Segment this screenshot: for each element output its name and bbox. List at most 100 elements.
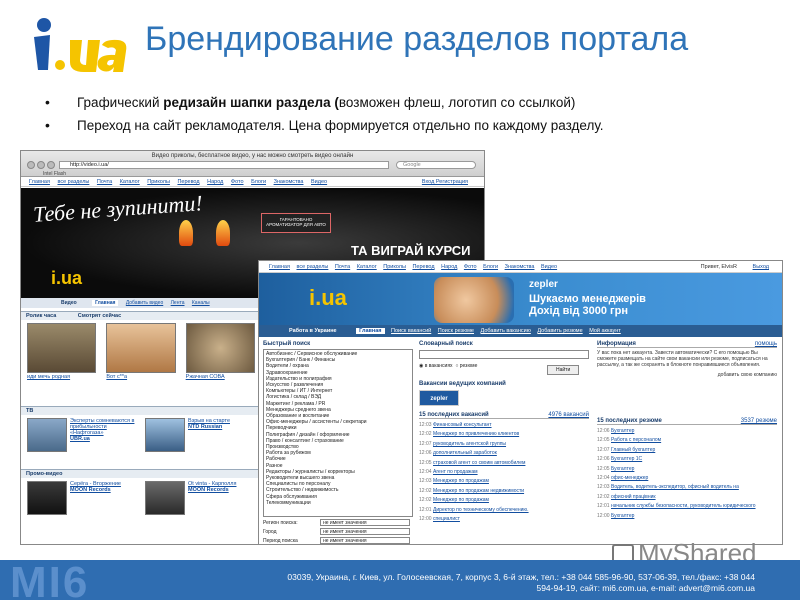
tab-resumes[interactable]: Поиск резюме	[438, 328, 474, 334]
address-bar[interactable]: http://video.i.ua/	[59, 161, 389, 169]
resume-row: 12:05 Работа с персоналом	[597, 436, 777, 445]
nav-link[interactable]: все разделы	[57, 179, 89, 185]
nav-link[interactable]: Перевод	[177, 179, 199, 185]
resumes-header: 15 последних резюме 3537 резюме	[597, 418, 777, 425]
nav-link[interactable]: Фото	[464, 264, 477, 270]
nav-link[interactable]: Народ	[441, 264, 457, 270]
tab-vacancies[interactable]: Поиск вакансий	[391, 328, 431, 334]
roll-header: Ролик часа Смотрят сейчас	[21, 311, 261, 320]
candle-icon	[179, 220, 193, 246]
vacancy-link[interactable]: специалист	[433, 515, 460, 524]
resume-row: 12:02 офисний працівник	[597, 493, 777, 502]
resume-link[interactable]: офисний працівник	[611, 493, 656, 502]
nav-link[interactable]: Знакомства	[274, 179, 304, 185]
nav-link[interactable]: Главная	[29, 179, 50, 185]
nav-link[interactable]: Приколы	[147, 179, 170, 185]
nav-link[interactable]: Блоги	[483, 264, 498, 270]
leading-header: Вакансии ведущих компаний	[419, 381, 506, 387]
tv-item[interactable]: Эксперты сомневаются в прибыльности «Наф…	[27, 418, 137, 452]
back-icon[interactable]	[27, 161, 35, 169]
search-box[interactable]: Google	[396, 161, 476, 169]
nav-link[interactable]: Каталог	[357, 264, 377, 270]
resume-link[interactable]: Бухгалтер	[611, 465, 634, 474]
tab-add-vacancy[interactable]: Добавить вакансию	[481, 328, 531, 334]
video-thumb[interactable]: Вот с**а	[106, 323, 176, 380]
logout-link[interactable]: Выход	[753, 261, 769, 273]
resume-row: 12:04 офис-менеджер	[597, 474, 777, 483]
vacancy-link[interactable]: Финансовый консультант	[433, 421, 492, 430]
nav-link[interactable]: Видео	[311, 179, 327, 185]
find-button[interactable]: Найти	[547, 365, 580, 375]
resume-row: 12:06 Бухгалтер 1С	[597, 455, 777, 464]
vacancy-link[interactable]: Менеджер по продажам недвижимости	[433, 487, 524, 496]
category-option[interactable]: Телекоммуникации	[266, 500, 410, 506]
resume-link[interactable]: Бухгалтер	[611, 427, 634, 436]
time-label: 12:03	[597, 484, 610, 491]
vacancy-link[interactable]: руководитель агентской группы	[433, 440, 506, 449]
site-nav: Главная все разделы Почта Каталог Прикол…	[21, 177, 484, 187]
time-label: 12:05	[419, 459, 432, 466]
login-links[interactable]: Вход Регистрация	[422, 177, 468, 187]
tv-item[interactable]: Взрыв на старте NTD Russian	[145, 418, 255, 452]
bullet-list: Графический редизайн шапки раздела (возм…	[45, 94, 604, 141]
forward-icon[interactable]	[37, 161, 45, 169]
nav-link[interactable]: Почта	[335, 264, 350, 270]
vacancy-link[interactable]: Агент по продажам	[433, 468, 478, 477]
vacancy-link[interactable]: Менеджер по продажам	[433, 477, 489, 486]
promo-item[interactable]: Ot vinta - Карполля MOON Records	[145, 481, 255, 515]
tab-main[interactable]: Главная	[356, 328, 385, 334]
dictionary-search-panel: Словарный поиск ◉ в вакансиях ○ резюме Н…	[419, 341, 589, 524]
region-select[interactable]: не имеет значения	[320, 519, 410, 526]
slide: Брендирование разделов портала Графическ…	[0, 0, 800, 600]
time-label: 12:03	[419, 478, 432, 485]
company-logo[interactable]: zepler	[419, 390, 459, 406]
resume-row: 12:00 Бухгалтер	[597, 512, 777, 521]
vacancy-row: 12:03 Финансовый консультант	[419, 421, 589, 430]
category-listbox[interactable]: Автобизнес / Сервисное обслуживание Бухга…	[263, 349, 413, 517]
nav-link[interactable]: Главная	[269, 264, 290, 270]
nav-link[interactable]: Видео	[541, 264, 557, 270]
resume-link[interactable]: офис-менеджер	[611, 474, 648, 483]
nav-link[interactable]: Почта	[97, 179, 112, 185]
time-label: 12:06	[419, 450, 432, 457]
period-select[interactable]: не имеет значения	[320, 537, 410, 544]
nav-link[interactable]: Знакомства	[505, 264, 535, 270]
vacancy-link[interactable]: Менеджер по привлечению клиентов	[433, 430, 519, 439]
resume-link[interactable]: Бухгалтер	[611, 512, 634, 521]
nav-link[interactable]: Блоги	[251, 179, 266, 185]
time-label: 12:01	[597, 503, 610, 510]
candle-icon	[216, 220, 230, 246]
nav-link[interactable]: Фото	[231, 179, 244, 185]
tab-channels[interactable]: Каналы	[192, 300, 210, 306]
tab-account[interactable]: Мой аккаунт	[589, 328, 621, 334]
vacancy-link[interactable]: дополнительный заработок	[433, 449, 497, 458]
reload-icon[interactable]	[47, 161, 55, 169]
vacancy-link[interactable]: Директор по техническому обеспечению.	[433, 506, 529, 515]
resume-link[interactable]: Водитель, водитель-экспедитор, офисный в…	[611, 483, 739, 492]
tab-add-resume[interactable]: Добавить резюме	[537, 328, 582, 334]
tab-main[interactable]: Главная	[92, 300, 119, 306]
tab-add[interactable]: Добавить видео	[126, 300, 163, 306]
resume-link[interactable]: Работа с персоналом	[611, 436, 661, 445]
resume-link[interactable]: Бухгалтер 1С	[611, 455, 642, 464]
nav-link[interactable]: Приколы	[383, 264, 406, 270]
tab-feed[interactable]: Лента	[171, 300, 185, 306]
footer: MI6 03039, Украина, г. Киев, ул. Голосее…	[0, 560, 800, 600]
resume-link[interactable]: начальник службы безопасности, руководит…	[611, 502, 756, 511]
promo-item[interactable]: Серёга - Вторжение MOON Records	[27, 481, 137, 515]
add-company-link[interactable]: добавить свою компанию	[597, 372, 777, 378]
vacancy-row: 12:02 Менеджер по продажам недвижимости	[419, 487, 589, 496]
nav-link[interactable]: все разделы	[296, 264, 328, 270]
vacancy-link[interactable]: Менеджер по продажам	[433, 496, 489, 505]
vacancy-link[interactable]: страховой агент со своим автомобилем	[433, 459, 525, 468]
time-label: 12:05	[597, 437, 610, 444]
video-thumb[interactable]: Ржачная СОВА	[185, 323, 255, 380]
section-banner[interactable]: i.ua zepler Шукаємо менеджерів Дохід від …	[259, 273, 782, 325]
nav-link[interactable]: Каталог	[120, 179, 140, 185]
resume-link[interactable]: Главный бухгалтер	[611, 446, 655, 455]
dict-search-input[interactable]	[419, 350, 589, 359]
video-thumb[interactable]: иди мечь родная	[27, 323, 97, 380]
nav-link[interactable]: Перевод	[412, 264, 434, 270]
nav-link[interactable]: Народ	[207, 179, 223, 185]
city-select[interactable]: не имеет значения	[320, 528, 410, 535]
